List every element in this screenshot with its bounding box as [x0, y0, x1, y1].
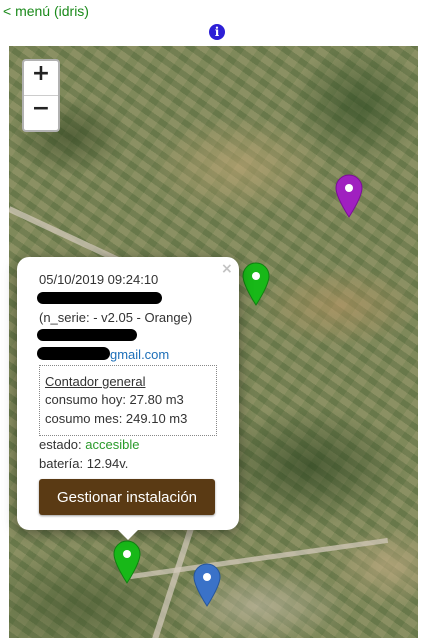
popup-tip: [116, 528, 140, 540]
consumo-hoy: consumo hoy: 27.80 m3: [45, 392, 184, 407]
zoom-control: + −: [22, 59, 60, 132]
marker-purple[interactable]: [335, 174, 363, 218]
popup-datetime: 05/10/2019 09:24:10: [39, 272, 159, 287]
consumo-mes: cosumo mes: 249.10 m3: [45, 411, 188, 426]
estado-label: estado:: [39, 437, 86, 452]
road: [129, 537, 389, 580]
estado-value: accesible: [85, 437, 140, 452]
close-icon[interactable]: ×: [221, 261, 233, 277]
popup-email[interactable]: gmail.com: [110, 347, 169, 362]
counter-title[interactable]: Contador general: [45, 374, 145, 389]
zoom-in-button[interactable]: +: [24, 61, 58, 95]
popup-serial: (n_serie: - v2.05 - Orange): [39, 310, 193, 325]
redacted-email: [37, 347, 110, 360]
redacted-name: [37, 292, 162, 304]
back-to-menu-link[interactable]: < menú (idris): [3, 3, 89, 19]
manage-installation-button[interactable]: Gestionar instalación: [39, 479, 215, 515]
estado-line: estado: accesible: [39, 437, 139, 452]
marker-green-top[interactable]: [242, 262, 270, 306]
zoom-out-button[interactable]: −: [24, 95, 58, 130]
info-icon[interactable]: i: [209, 24, 225, 40]
marker-green-bottom[interactable]: [113, 540, 141, 584]
marker-blue[interactable]: [193, 563, 221, 607]
redacted-phone: [37, 329, 137, 341]
bateria: batería: 12.94v.: [39, 456, 129, 471]
